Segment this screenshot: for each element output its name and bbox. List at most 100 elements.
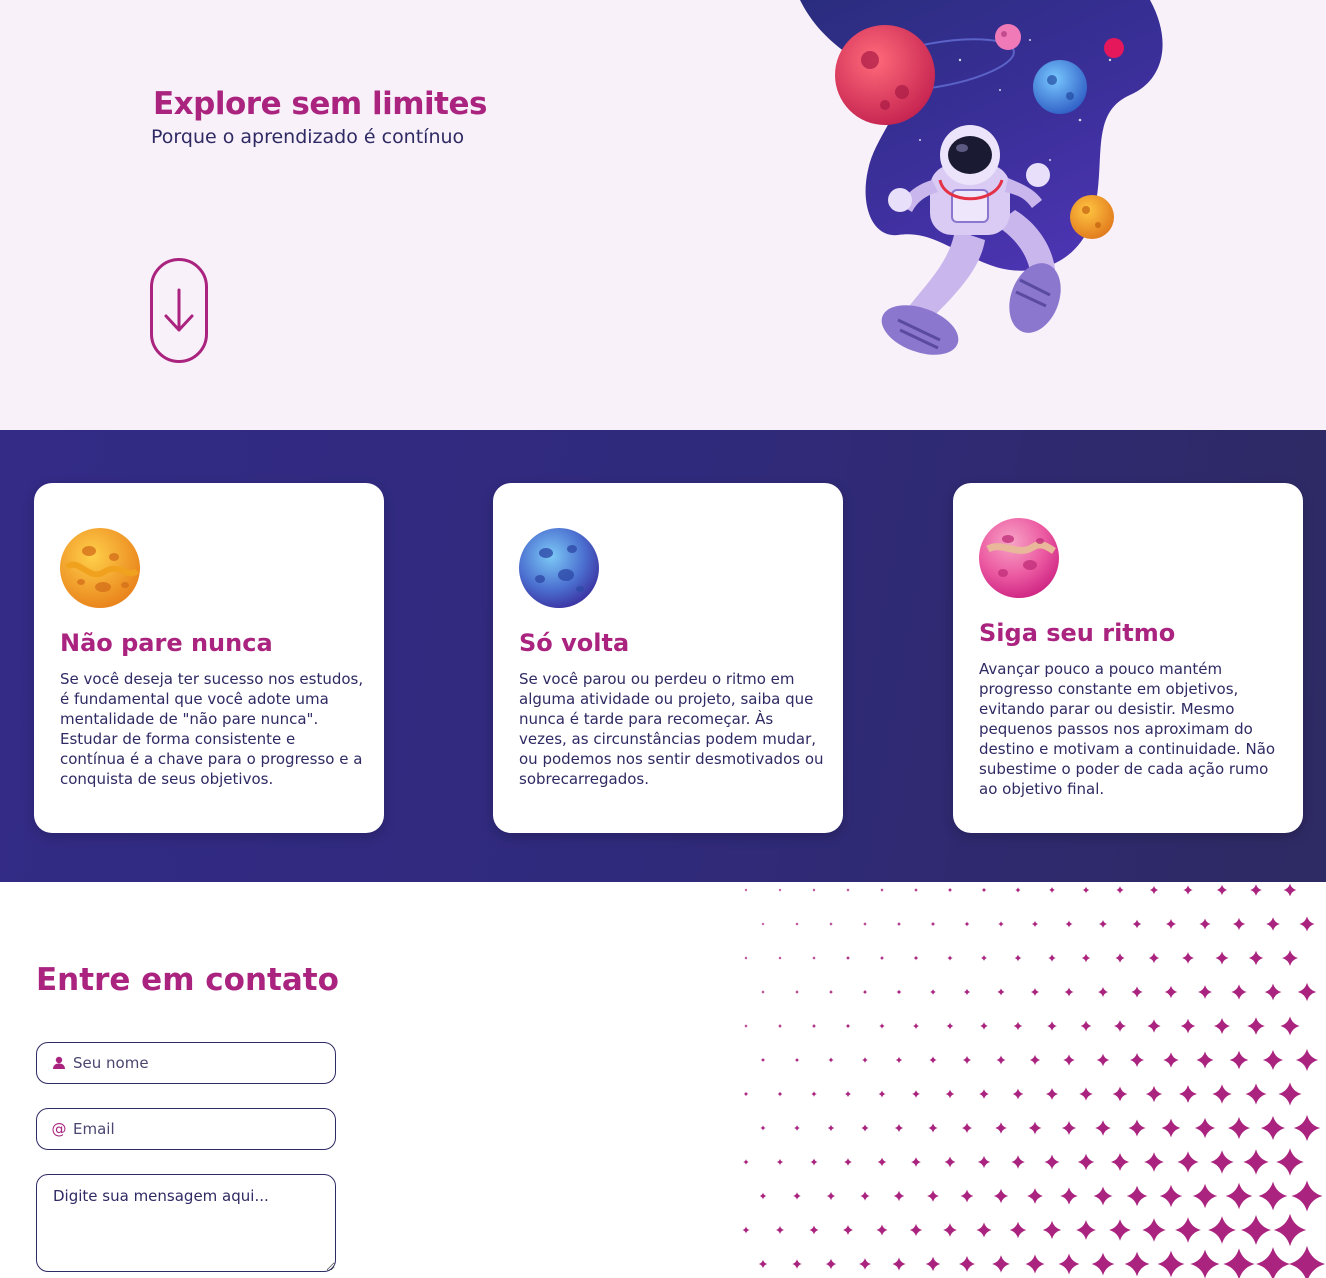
sparkle-icon <box>845 1023 851 1029</box>
sparkle-icon <box>1148 952 1160 964</box>
sparkle-icon <box>843 1225 853 1235</box>
sparkle-icon <box>1273 1213 1307 1247</box>
sparkle-icon <box>1012 1088 1024 1100</box>
hero-subtitle: Porque o aprendizado é contínuo <box>151 126 465 148</box>
sparkle-icon <box>794 1057 800 1063</box>
sparkle-icon <box>795 922 799 926</box>
sparkle-icon <box>828 1057 834 1063</box>
sparkle-icon <box>892 1257 906 1271</box>
sparkle-icon <box>1157 1250 1185 1278</box>
sparkle-icon <box>877 1157 887 1167</box>
sparkle-icon <box>812 956 816 960</box>
sparkle-icon <box>1215 951 1229 965</box>
sparkle-icon <box>930 921 936 927</box>
sparkle-icon <box>878 1090 886 1098</box>
sparkle-icon <box>811 1023 817 1029</box>
sparkle-icon <box>778 1024 782 1028</box>
sparkle-icon <box>1047 1021 1057 1031</box>
sparkle-icon <box>1190 1249 1220 1278</box>
sparkle-icon <box>1015 887 1021 893</box>
sparkle-icon <box>1065 920 1073 928</box>
sparkle-icon <box>964 921 970 927</box>
sparkle-icon <box>1076 1220 1096 1240</box>
sparkle-icon <box>760 1125 766 1131</box>
sparkle-icon <box>1183 885 1193 895</box>
sparkle-icon <box>1147 1019 1161 1033</box>
astronaut-in-space-illustration <box>800 0 1163 355</box>
sparkle-icon <box>1291 1180 1323 1212</box>
sparkle-icon <box>744 888 748 892</box>
sparkle-icon <box>1163 1052 1179 1068</box>
sparkle-icon <box>1081 953 1091 963</box>
sparkle-icon <box>976 1222 992 1238</box>
sparkle-icon <box>794 1125 800 1131</box>
name-input[interactable] <box>73 1054 323 1072</box>
sparkle-icon <box>1079 1087 1093 1101</box>
sparkle-icon <box>1009 1221 1027 1239</box>
sparkle-icon <box>761 990 765 994</box>
sparkle-icon <box>744 956 748 960</box>
sparkle-icon <box>1177 1151 1199 1173</box>
sparkle-icon <box>928 1123 938 1133</box>
sparkle-icon <box>1297 982 1317 1002</box>
sparkle-icon <box>913 955 919 961</box>
sparkle-icon <box>1262 1049 1284 1071</box>
sparkle-icon <box>1225 1182 1253 1210</box>
sparkle-icon <box>946 1022 954 1030</box>
pink-planet-icon <box>979 518 1059 598</box>
sparkle-icon <box>1299 916 1315 932</box>
sparkle-icon <box>1063 1054 1075 1066</box>
sparkle-icon <box>844 1158 852 1166</box>
sparkle-icon <box>861 1124 869 1132</box>
sparkle-icon <box>963 988 971 996</box>
name-field[interactable] <box>36 1042 336 1084</box>
sparkle-icon <box>1264 983 1282 1001</box>
sparkle-icon <box>962 1055 972 1065</box>
sparkle-icon <box>1027 1188 1043 1204</box>
sparkle-icon <box>1058 1253 1080 1275</box>
email-field[interactable]: @ <box>36 1108 336 1150</box>
sparkle-icon <box>997 988 1005 996</box>
sparkle-icon <box>1080 1020 1092 1032</box>
sparkle-icon <box>1144 1152 1164 1172</box>
card-title: Não pare nunca <box>60 629 273 657</box>
sparkle-icon <box>1030 987 1040 997</box>
sparkle-icon <box>1025 1254 1045 1274</box>
sparkle-icon <box>1280 1016 1300 1036</box>
sparkle-icon <box>1288 1245 1326 1278</box>
sparkle-icon <box>1196 1051 1214 1069</box>
sparkle-icon <box>1260 1115 1286 1141</box>
message-textarea[interactable] <box>36 1174 336 1272</box>
sparkle-icon <box>980 1022 988 1030</box>
sparkle-icon <box>758 1259 768 1269</box>
sparkle-icon <box>1031 920 1039 928</box>
sparkle-icon <box>927 1190 939 1202</box>
sparkle-icon <box>1049 887 1055 893</box>
sparkle-icon <box>1198 985 1212 999</box>
sparkle-icon <box>1245 1083 1267 1105</box>
sparkle-icon <box>996 1055 1006 1065</box>
sparkle-icon <box>876 1224 888 1236</box>
sparkle-icon <box>879 1023 885 1029</box>
sparkle-icon <box>1223 1248 1255 1278</box>
sparkle-icon <box>880 888 884 892</box>
sparkle-icon <box>977 1155 991 1169</box>
sparkle-icon <box>1208 1216 1236 1244</box>
sparkle-icon <box>1161 1118 1181 1138</box>
sparkle-icon <box>1145 1085 1163 1103</box>
sparkle-icon <box>862 989 868 995</box>
sparkle-icon <box>1029 1054 1041 1066</box>
sparkle-icon <box>912 1022 920 1030</box>
sparkle-icon <box>893 1190 905 1202</box>
sparkle-icon <box>778 956 782 960</box>
sparkle-icon <box>947 887 953 893</box>
sparkle-icon <box>981 887 987 893</box>
sparkle-icon <box>1266 917 1280 931</box>
email-input[interactable] <box>73 1120 323 1138</box>
sparkle-icon <box>1091 1252 1115 1276</box>
sparkle-icon <box>776 1226 784 1234</box>
sparkle-icon <box>1159 1184 1183 1208</box>
sparkle-icon <box>960 1189 974 1203</box>
scroll-down-button[interactable] <box>150 258 208 363</box>
sparkle-icon <box>846 956 850 960</box>
